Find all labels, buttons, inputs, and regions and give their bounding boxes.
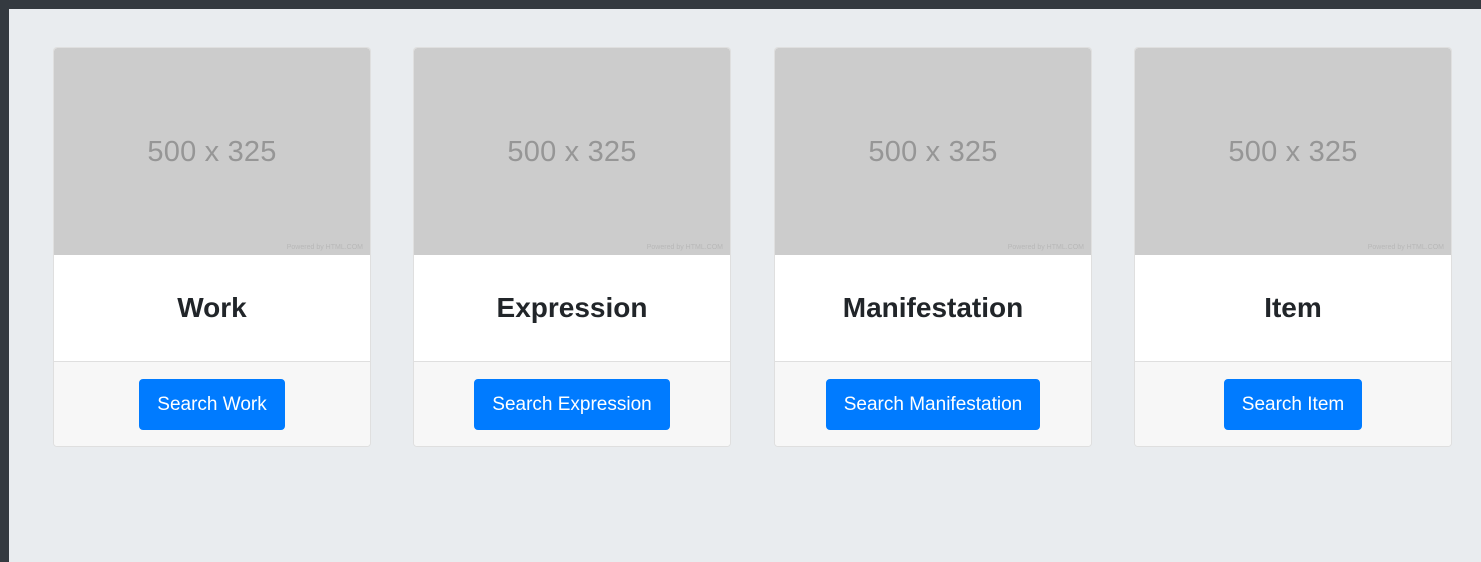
card-body: Expression — [414, 255, 730, 362]
card-body: Item — [1135, 255, 1451, 362]
card-expression: 500 x 325 Powered by HTML.COM Expression… — [413, 47, 731, 447]
card-footer: Search Work — [54, 362, 370, 446]
card-deck: 500 x 325 Powered by HTML.COM Work Searc… — [53, 47, 1453, 447]
placeholder-dimensions: 500 x 325 — [507, 136, 637, 168]
card-body: Work — [54, 255, 370, 362]
search-work-button[interactable]: Search Work — [139, 378, 285, 430]
placeholder-dimensions: 500 x 325 — [147, 136, 277, 168]
card-footer: Search Expression — [414, 362, 730, 446]
card-title: Expression — [496, 292, 648, 323]
top-bar — [0, 0, 1481, 9]
search-expression-button[interactable]: Search Expression — [474, 378, 670, 430]
card-title: Item — [1264, 292, 1322, 323]
card-footer: Search Manifestation — [775, 362, 1091, 446]
main-content: 500 x 325 Powered by HTML.COM Work Searc… — [9, 9, 1481, 562]
card-manifestation: 500 x 325 Powered by HTML.COM Manifestat… — [774, 47, 1092, 447]
placeholder-credit: Powered by HTML.COM — [1367, 244, 1444, 251]
placeholder-dimensions: 500 x 325 — [1228, 136, 1358, 168]
placeholder-credit: Powered by HTML.COM — [286, 244, 363, 251]
card-image-placeholder: 500 x 325 Powered by HTML.COM — [775, 48, 1091, 255]
card-image-placeholder: 500 x 325 Powered by HTML.COM — [1135, 48, 1451, 255]
card-footer: Search Item — [1135, 362, 1451, 446]
card-title: Manifestation — [842, 292, 1024, 323]
card-body: Manifestation — [775, 255, 1091, 362]
placeholder-credit: Powered by HTML.COM — [646, 244, 723, 251]
card-item: 500 x 325 Powered by HTML.COM Item Searc… — [1134, 47, 1452, 447]
card-image-placeholder: 500 x 325 Powered by HTML.COM — [54, 48, 370, 255]
card-work: 500 x 325 Powered by HTML.COM Work Searc… — [53, 47, 371, 447]
card-title: Work — [177, 292, 247, 323]
search-item-button[interactable]: Search Item — [1223, 378, 1363, 430]
search-manifestation-button[interactable]: Search Manifestation — [825, 378, 1041, 430]
placeholder-credit: Powered by HTML.COM — [1007, 244, 1084, 251]
card-image-placeholder: 500 x 325 Powered by HTML.COM — [414, 48, 730, 255]
placeholder-dimensions: 500 x 325 — [868, 136, 998, 168]
